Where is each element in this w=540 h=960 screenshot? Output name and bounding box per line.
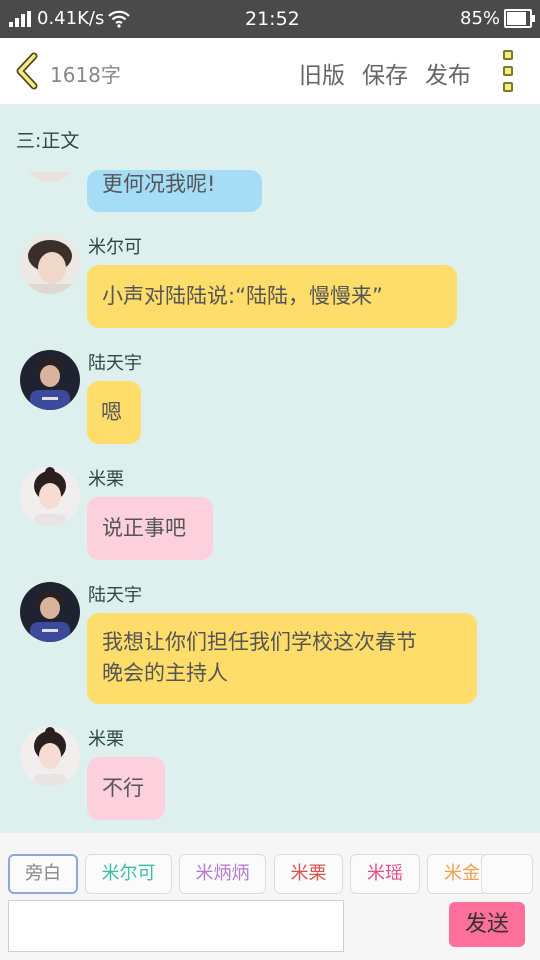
message-bubble[interactable]: 不行 (87, 757, 165, 820)
message-bubble[interactable]: 说正事吧 (87, 497, 213, 560)
sender-name: 米尔可 (88, 237, 142, 258)
message-text: 说正事吧 (102, 516, 186, 540)
battery-icon (504, 9, 535, 28)
role-chip[interactable]: 米金 (427, 854, 487, 894)
send-button[interactable]: 发送 (449, 902, 525, 947)
sender-name: 米栗 (88, 729, 124, 750)
signal-icon (9, 11, 31, 27)
battery-percent: 85% (460, 8, 501, 29)
sender-name: 米栗 (88, 469, 124, 490)
avatar[interactable] (20, 466, 80, 526)
role-label: 米栗 (290, 863, 327, 884)
role-chip-narrator[interactable]: 旁白 (8, 854, 78, 894)
avatar-image (20, 234, 80, 294)
role-label: 旁白 (25, 863, 61, 884)
avatar-image (20, 582, 80, 642)
avatar-image (20, 726, 80, 786)
avatar-image (20, 350, 80, 410)
avatar[interactable] (20, 726, 80, 786)
message-bubble[interactable]: 更何况我呢! (87, 170, 262, 212)
role-chip[interactable]: 米栗 (274, 854, 343, 894)
message-text: 嗯 (101, 400, 122, 424)
section-title: 三:正文 (16, 130, 80, 152)
role-label: 米瑶 (367, 863, 403, 884)
save-button[interactable]: 保存 (362, 56, 408, 90)
role-label: 米金 (444, 863, 480, 884)
message-text-line: 晚会的主持人 (102, 661, 228, 685)
clock: 21:52 (245, 8, 300, 30)
message-bubble[interactable]: 我想让你们担任我们学校这次春节 晚会的主持人 (87, 613, 477, 704)
message-text: 不行 (102, 776, 144, 800)
status-bar: 0.41K/s 21:52 85% (0, 0, 540, 38)
role-chip[interactable]: 米瑶 (350, 854, 420, 894)
message-text: 更何况我呢! (102, 172, 216, 196)
old-version-button[interactable]: 旧版 (299, 56, 345, 90)
message-bubble[interactable]: 嗯 (87, 381, 141, 444)
message-input[interactable] (8, 900, 344, 952)
role-chip[interactable]: 米尔可 (85, 854, 172, 894)
role-chip[interactable]: 米炳炳 (179, 854, 266, 894)
wifi-icon (108, 10, 130, 28)
add-role-button[interactable] (481, 854, 533, 894)
message-bubble[interactable]: 小声对陆陆说:“陆陆，慢慢来” (87, 265, 457, 328)
message-text: 小声对陆陆说:“陆陆，慢慢来” (102, 284, 383, 308)
publish-button[interactable]: 发布 (425, 56, 471, 90)
word-count: 1618字 (50, 63, 121, 87)
chat-area[interactable]: 三:正文 更何况我呢! 米尔可 小声对陆陆说:“陆陆，慢慢来” 陆天宇 嗯 米栗… (0, 104, 540, 833)
role-label: 米炳炳 (195, 863, 250, 884)
avatar[interactable] (20, 234, 80, 294)
sender-name: 陆天宇 (88, 353, 142, 374)
composer: 旁白 米尔可 米炳炳 米栗 米瑶 米金 发送 (0, 833, 540, 960)
sender-name: 陆天宇 (88, 585, 142, 606)
avatar-image (20, 466, 80, 526)
more-menu-icon[interactable] (501, 50, 517, 92)
message-text-line: 我想让你们担任我们学校这次春节 (102, 630, 417, 654)
network-speed: 0.41K/s (37, 8, 105, 29)
role-label: 米尔可 (101, 863, 156, 884)
avatar[interactable] (20, 350, 80, 410)
editor-header: 1618字 旧版 保存 发布 (0, 38, 540, 104)
back-arrow-icon[interactable] (12, 51, 42, 91)
avatar[interactable] (20, 582, 80, 642)
